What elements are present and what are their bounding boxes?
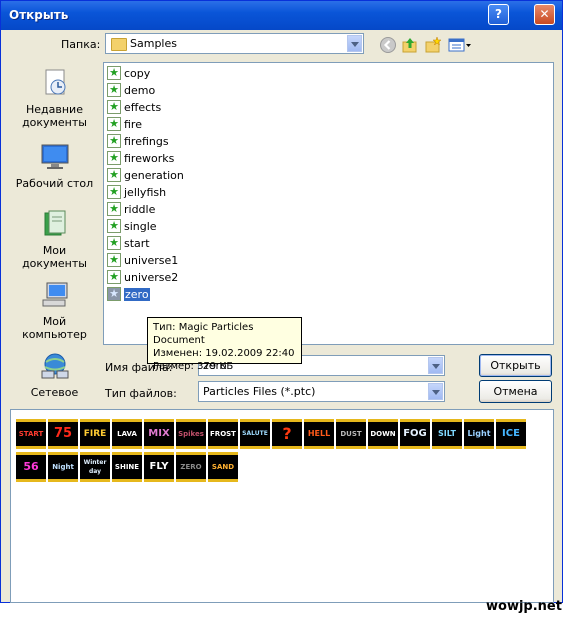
my-documents-icon [44, 210, 65, 236]
ptc-file-icon: ★ [107, 202, 121, 216]
ptc-file-icon: ★ [107, 66, 121, 80]
watermark: wowjp.net [486, 599, 562, 614]
ptc-file-icon: ★ [107, 100, 121, 114]
place-desktop[interactable]: Рабочий стол [9, 143, 100, 190]
ptc-file-icon: ★ [107, 253, 121, 267]
thumbnail[interactable]: HELL [304, 419, 334, 449]
open-button[interactable]: Открыть [479, 354, 552, 377]
folder-icon [111, 38, 127, 51]
cancel-button[interactable]: Отмена [479, 380, 552, 403]
thumbnail[interactable]: ? [272, 419, 302, 449]
window-title: Открыть [9, 8, 69, 22]
filetype-label: Тип файлов: [105, 387, 177, 400]
thumbnail[interactable]: ZERO [176, 452, 206, 482]
place-my-computer-label: Мой компьютер [22, 315, 87, 341]
file-list[interactable]: ★ copy ★ demo ★ effects ★ fire ★ firefings ★ f… [103, 62, 554, 345]
list-item[interactable]: ★ generation [107, 167, 184, 183]
thumbnail[interactable]: START [16, 419, 46, 449]
thumbnail[interactable]: FOG [400, 419, 430, 449]
list-item[interactable]: ★ copy [107, 65, 150, 81]
chevron-down-icon[interactable] [347, 35, 362, 52]
ptc-file-icon: ★ [107, 83, 121, 97]
thumbnail[interactable]: 75 [48, 419, 78, 449]
thumbnail[interactable]: Night [48, 452, 78, 482]
close-button[interactable]: ✕ [534, 4, 555, 25]
list-item[interactable]: ★ universe1 [107, 252, 178, 268]
place-desktop-label: Рабочий стол [15, 177, 94, 190]
tooltip-size: Размер: 379 КБ [153, 361, 234, 372]
ptc-file-icon: ★ [107, 117, 121, 131]
view-menu-icon[interactable] [448, 36, 472, 54]
list-item[interactable]: ★ effects [107, 99, 161, 115]
thumbnail[interactable]: MIX [144, 419, 174, 449]
ptc-file-icon: ★ [107, 168, 121, 182]
help-button[interactable]: ? [488, 4, 509, 25]
place-my-documents-label: Мои документы [22, 244, 87, 270]
filetype-select[interactable]: Particles Files (*.ptc) [198, 381, 445, 402]
chevron-down-icon[interactable] [428, 357, 443, 374]
list-item[interactable]: ★ fire [107, 116, 142, 132]
list-item[interactable]: ★ universe2 [107, 269, 178, 285]
lookin-label: Папка: [61, 38, 101, 51]
list-item[interactable]: ★ start [107, 235, 150, 251]
ptc-file-icon: ★ [107, 185, 121, 199]
thumbnail[interactable]: Light [464, 419, 494, 449]
list-item-selected[interactable]: ★ zero [107, 286, 150, 302]
my-computer-icon [42, 282, 67, 307]
lookin-value: Samples [130, 37, 177, 50]
network-icon [41, 353, 68, 379]
place-my-computer[interactable]: Мой компьютер [9, 281, 100, 341]
tooltip-modified: Изменен: 19.02.2009 22:40 [153, 348, 295, 359]
ptc-file-icon: ★ [107, 287, 121, 301]
file-info-tooltip: Тип: Magic Particles Document Изменен: 1… [147, 317, 302, 372]
thumbnail[interactable]: Winter day [80, 452, 110, 482]
place-recent-documents[interactable]: Недавние документы [9, 69, 100, 129]
list-item[interactable]: ★ demo [107, 82, 155, 98]
ptc-file-icon: ★ [107, 236, 121, 250]
ptc-file-icon: ★ [107, 219, 121, 233]
place-my-documents[interactable]: Мои документы [9, 210, 100, 270]
title-bar[interactable]: Открыть ? ✕ [1, 1, 562, 30]
thumbnail[interactable]: SHINE [112, 452, 142, 482]
list-item[interactable]: ★ fireworks [107, 150, 174, 166]
ptc-file-icon: ★ [107, 134, 121, 148]
thumbnail[interactable]: SALUTE [240, 419, 270, 449]
open-dialog: Открыть ? ✕ Папка: Samples Недавние доку… [0, 0, 563, 603]
thumbnail[interactable]: FROST [208, 419, 238, 449]
ptc-file-icon: ★ [107, 270, 121, 284]
thumbnail[interactable]: DOWN [368, 419, 398, 449]
thumbnail[interactable]: SILT [432, 419, 462, 449]
recent-documents-icon [45, 69, 65, 95]
place-network[interactable]: Сетевое [9, 352, 100, 399]
thumbnail[interactable]: SAND [208, 452, 238, 482]
preview-panel: START 75 FIRE LAVA MIX Spikes FROST SALU… [10, 409, 554, 603]
thumbnail[interactable]: Spikes [176, 419, 206, 449]
places-bar: Недавние документы Рабочий стол Мои доку… [9, 63, 100, 402]
tooltip-type: Тип: Magic Particles Document [153, 322, 254, 346]
place-recent-documents-label: Недавние документы [22, 103, 87, 129]
filetype-value: Particles Files (*.ptc) [203, 385, 316, 398]
new-folder-icon[interactable] [424, 36, 442, 54]
chevron-down-icon[interactable] [428, 383, 443, 400]
thumbnail[interactable]: LAVA [112, 419, 142, 449]
up-folder-icon[interactable] [401, 36, 419, 54]
ptc-file-icon: ★ [107, 151, 121, 165]
thumbnail[interactable]: FLY [144, 452, 174, 482]
desktop-icon [41, 144, 68, 169]
thumbnail[interactable]: DUST [336, 419, 366, 449]
list-item[interactable]: ★ riddle [107, 201, 155, 217]
list-item[interactable]: ★ jellyfish [107, 184, 166, 200]
back-icon[interactable] [379, 36, 397, 54]
lookin-combobox[interactable]: Samples [105, 33, 364, 54]
thumbnail[interactable]: 56 [16, 452, 46, 482]
list-item[interactable]: ★ firefings [107, 133, 169, 149]
place-network-label: Сетевое [30, 386, 79, 399]
list-item[interactable]: ★ single [107, 218, 157, 234]
thumbnail[interactable]: ICE [496, 419, 526, 449]
thumbnail[interactable]: FIRE [80, 419, 110, 449]
